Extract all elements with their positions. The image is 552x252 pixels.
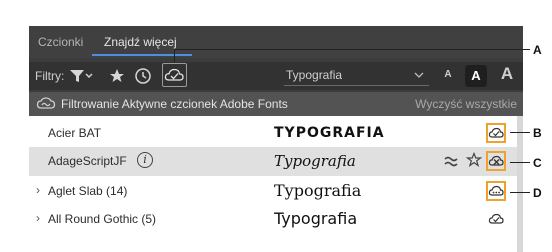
font-row[interactable]: › All Round Gothic (5) Typografia	[29, 205, 523, 233]
deactivate-cloud-icon[interactable]	[486, 151, 506, 171]
recent-clock-icon[interactable]	[133, 66, 153, 86]
filter-bar: Filtry: Typografia A A A	[29, 62, 523, 90]
tab-fonts[interactable]: Czcionki	[38, 35, 83, 49]
creative-cloud-icon	[36, 95, 56, 118]
callout-b: B	[533, 126, 542, 140]
clear-all-button[interactable]: Wyczyść wszystkie	[415, 97, 517, 111]
info-icon[interactable]: i	[137, 152, 153, 168]
font-preview: Typografia	[274, 181, 362, 200]
activated-fonts-filter-button[interactable]	[162, 63, 187, 87]
favorite-star-icon[interactable]	[465, 151, 483, 173]
chevron-down-icon	[413, 68, 425, 86]
active-filter-banner: Filtrowanie Aktywne czcionek Adobe Fonts…	[29, 92, 523, 116]
activated-cloud-icon[interactable]	[486, 123, 506, 143]
callout-a: A	[533, 43, 542, 57]
active-tab-indicator	[92, 54, 192, 56]
expand-chevron-icon[interactable]: ›	[36, 183, 40, 197]
favorites-star-icon[interactable]	[107, 66, 127, 86]
font-row[interactable]: AdageScriptJF i Typografia	[29, 147, 523, 176]
font-name: Acier BAT	[48, 126, 102, 140]
preview-size-medium-button[interactable]: A	[465, 65, 487, 87]
tab-find-more[interactable]: Znajdź więcej	[104, 35, 177, 49]
scrollbar[interactable]	[517, 116, 523, 252]
font-name: AdageScriptJF	[48, 154, 127, 168]
font-preview: TYPOGRAFIA	[274, 125, 385, 141]
partial-cloud-icon[interactable]	[486, 181, 506, 201]
preview-size-large-button[interactable]: A	[497, 64, 517, 84]
callout-leader-a	[174, 49, 175, 62]
callout-leader-d	[510, 192, 530, 193]
expand-chevron-icon[interactable]: ›	[36, 211, 40, 225]
font-name: Aglet Slab (14)	[48, 184, 128, 198]
tab-bar: Czcionki Znajdź więcej	[29, 26, 523, 58]
callout-d: D	[533, 186, 542, 200]
callout-leader-c	[510, 162, 530, 163]
similar-fonts-icon[interactable]	[443, 153, 459, 174]
callout-leader-b	[510, 132, 530, 133]
font-row[interactable]: › Aglet Slab (14) Typografia	[29, 177, 523, 205]
filter-funnel-icon[interactable]	[69, 66, 93, 86]
font-preview: Typografia	[274, 152, 356, 170]
preview-text-select[interactable]: Typografia	[284, 66, 429, 86]
font-row[interactable]: Acier BAT TYPOGRAFIA	[29, 119, 523, 147]
preview-text-value: Typografia	[286, 68, 343, 82]
active-filter-text: Filtrowanie Aktywne czcionek Adobe Fonts	[61, 97, 288, 111]
preview-size-small-button[interactable]: A	[441, 69, 455, 80]
font-preview: Typografia	[274, 209, 358, 228]
activated-cloud-icon[interactable]	[488, 211, 504, 232]
font-name: All Round Gothic (5)	[48, 212, 157, 226]
callout-leader-a	[174, 49, 530, 50]
callout-c: C	[533, 156, 542, 170]
font-list: Acier BAT TYPOGRAFIA AdageScriptJF i Typ…	[29, 116, 523, 252]
filters-label: Filtry:	[35, 69, 65, 83]
font-panel: Czcionki Znajdź więcej Filtry: Typografi…	[29, 26, 523, 252]
